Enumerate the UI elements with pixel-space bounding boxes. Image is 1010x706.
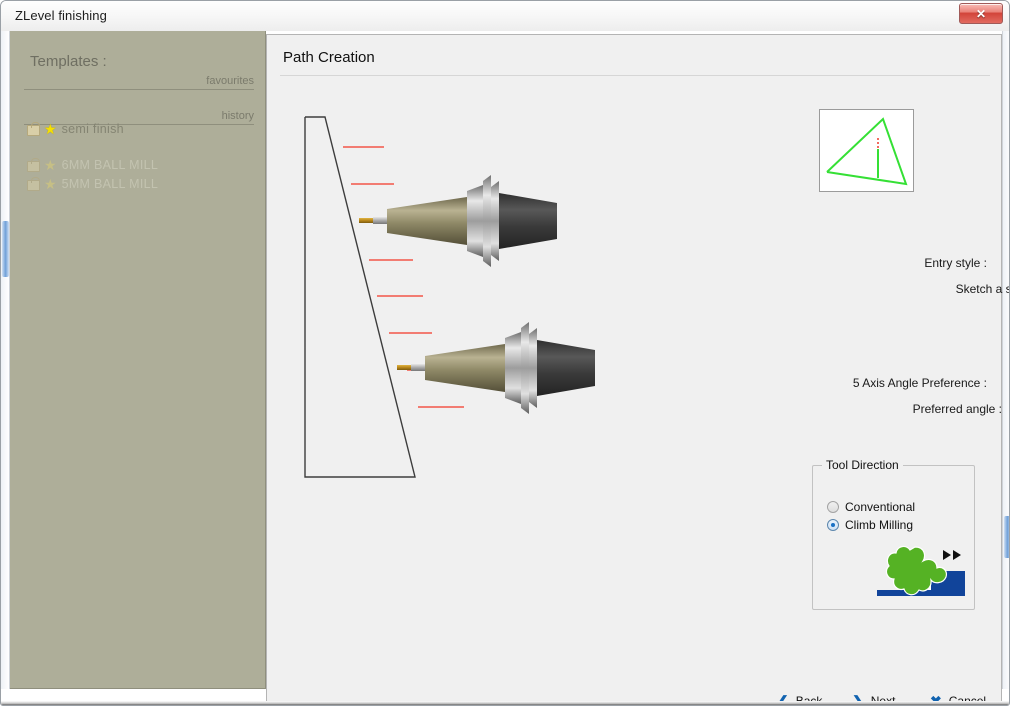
entry-style-label: Entry style : <box>924 256 987 270</box>
dialog-window: ZLevel finishing ✕ Templates : favourite… <box>0 0 1010 706</box>
dialog-body: Templates : favourites history ★ semi fi… <box>1 31 1009 705</box>
window-title: ZLevel finishing <box>15 8 107 23</box>
star-icon: ★ <box>44 120 57 137</box>
radio-conventional-label: Conventional <box>845 500 916 514</box>
tool-holder-upper <box>359 175 557 267</box>
templates-sidebar: Templates : favourites history ★ semi fi… <box>10 31 266 689</box>
template-item-5mm-ball-mill[interactable]: ★ 5MM BALL MILL <box>26 174 258 193</box>
preferred-angle-label: Preferred angle : <box>912 402 1002 416</box>
left-scrollbar[interactable] <box>1 31 10 689</box>
section-header-favourites: favourites <box>24 75 254 90</box>
axis-angle-preference-label: 5 Axis Angle Preference : <box>852 376 987 390</box>
window-bottom-edge <box>1 701 1009 705</box>
template-item-label: 6MM BALL MILL <box>61 157 159 172</box>
tool-direction-title: Tool Direction <box>822 458 903 472</box>
folder-icon <box>26 121 41 136</box>
tool-holder-lower <box>397 322 595 414</box>
star-icon: ★ <box>44 175 57 192</box>
templates-heading: Templates : <box>30 53 107 70</box>
radio-conventional[interactable]: Conventional <box>827 500 915 514</box>
close-icon: ✕ <box>975 6 987 21</box>
template-item-semi-finish[interactable]: ★ semi finish <box>26 119 258 138</box>
template-item-label: semi finish <box>61 121 124 136</box>
tool-direction-group: Tool Direction Conventional Climb Millin… <box>812 458 975 610</box>
template-item-6mm-ball-mill[interactable]: ★ 6MM BALL MILL <box>26 155 258 174</box>
path-creation-panel: Path Creation Entry style: Sketch a 5 A… <box>266 34 1009 705</box>
climb-milling-icon <box>877 545 965 596</box>
sketch-a-start-label: Sketch a start <box>955 282 1009 296</box>
radio-climb-milling[interactable]: Climb Milling <box>827 518 913 532</box>
template-item-label: 5MM BALL MILL <box>61 176 159 191</box>
left-scrollbar-thumb[interactable] <box>2 221 9 277</box>
right-scrollbar-thumb[interactable] <box>1004 516 1009 558</box>
close-button[interactable]: ✕ <box>959 3 1003 24</box>
title-divider <box>280 75 990 76</box>
tool-and-stock-graphic <box>304 116 595 478</box>
toolpath-preview[interactable] <box>819 109 914 192</box>
folder-icon <box>26 157 41 172</box>
radio-icon <box>827 519 839 531</box>
right-scrollbar[interactable] <box>1002 31 1009 689</box>
title-bar: ZLevel finishing ✕ <box>1 1 1009 31</box>
star-icon: ★ <box>44 156 57 173</box>
preview-wireframe-icon <box>826 117 908 186</box>
toolpath-illustration <box>287 105 637 575</box>
climb-milling-diagram <box>875 541 967 608</box>
page-title: Path Creation <box>283 49 375 66</box>
radio-icon <box>827 501 839 513</box>
folder-icon <box>26 176 41 191</box>
radio-climb-milling-label: Climb Milling <box>845 518 914 532</box>
